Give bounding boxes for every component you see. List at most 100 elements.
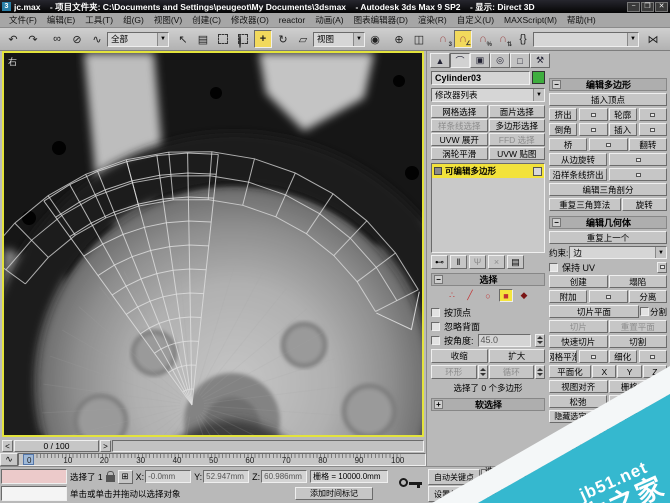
menu-item-10[interactable]: 渲染(R) bbox=[413, 14, 452, 26]
reference-coordinate-dropdown[interactable]: 视图 ▼ bbox=[313, 31, 365, 47]
hinge-from-edge-button[interactable]: 从边旋转 bbox=[549, 153, 607, 166]
attach-settings-icon[interactable] bbox=[589, 290, 628, 303]
edit-geometry-rollout-header[interactable]: − 编辑几何体 bbox=[549, 216, 667, 229]
vertex-subobject-icon[interactable]: ∴ bbox=[445, 289, 459, 302]
minimize-button[interactable]: − bbox=[627, 1, 640, 12]
select-object-icon[interactable]: ↖ bbox=[174, 30, 192, 48]
collapse-button[interactable]: 塌陷 bbox=[608, 275, 667, 288]
hide-selected-button[interactable]: 隐藏选定对象 bbox=[549, 410, 608, 423]
attach-button[interactable]: 附加 bbox=[549, 290, 588, 303]
trackbar-ruler[interactable]: 0 10 20 30 40 50 60 70 80 90 100 bbox=[18, 453, 426, 466]
flip-button[interactable]: 翻转 bbox=[628, 138, 667, 151]
hide-unselected-button[interactable]: 隐藏未选定对象 bbox=[568, 425, 648, 438]
menu-item-2[interactable]: 工具(T) bbox=[80, 14, 118, 26]
unlink-selection-icon[interactable]: ⊘ bbox=[68, 30, 86, 48]
auto-key-button[interactable]: 自动关键点 bbox=[428, 469, 480, 485]
object-color-swatch[interactable] bbox=[532, 71, 545, 84]
msmooth-settings-icon[interactable] bbox=[579, 350, 608, 363]
previous-frame-button[interactable]: ‹ bbox=[532, 486, 548, 502]
extrude-button[interactable]: 挤出 bbox=[549, 108, 578, 121]
menu-item-11[interactable]: 自定义(U) bbox=[452, 14, 499, 26]
maxscript-mini-listener-pink[interactable] bbox=[1, 469, 67, 484]
next-frame-arrow[interactable]: > bbox=[100, 440, 111, 452]
turn-button[interactable]: 旋转 bbox=[621, 198, 667, 211]
patch-select-button[interactable]: 面片选择 bbox=[488, 105, 545, 118]
percent-snap-icon[interactable]: ∩% bbox=[474, 30, 492, 48]
show-end-result-icon[interactable]: ‖ bbox=[450, 255, 467, 269]
absolute-offset-toggle-icon[interactable]: ⊞ bbox=[117, 469, 133, 484]
repeat-last-button[interactable]: 重复上一个 bbox=[549, 231, 667, 244]
menu-item-0[interactable]: 文件(F) bbox=[4, 14, 42, 26]
inset-settings-icon[interactable] bbox=[638, 123, 667, 136]
modify-tab-icon[interactable]: ⌒ bbox=[450, 53, 470, 68]
time-slider-handle[interactable]: 0 / 100 bbox=[14, 440, 99, 452]
angle-spinner[interactable] bbox=[535, 333, 545, 347]
selection-rollout-header[interactable]: − 选择 bbox=[431, 273, 545, 286]
outline-settings-icon[interactable] bbox=[638, 108, 667, 121]
mirror-icon[interactable]: ⋈ bbox=[644, 30, 662, 48]
edit-triangulation-button[interactable]: 编辑三角剖分 bbox=[549, 183, 667, 196]
configure-modifier-sets-icon[interactable]: ▤ bbox=[507, 255, 524, 269]
tessellate-button[interactable]: 细化 bbox=[608, 350, 637, 363]
relax-button[interactable]: 松弛 bbox=[549, 395, 607, 408]
y-coordinate-field[interactable]: 52.947mm bbox=[203, 470, 250, 483]
close-button[interactable]: ✕ bbox=[655, 1, 668, 12]
motion-tab-icon[interactable]: ◎ bbox=[490, 53, 510, 68]
unwrap-uvw-button[interactable]: UVW 展开 bbox=[431, 133, 488, 146]
angle-snap-icon[interactable]: ∩ ∠ bbox=[454, 30, 472, 48]
menu-item-6[interactable]: 修改器(O) bbox=[226, 14, 274, 26]
unhide-all-button[interactable]: 全部取消隐藏 bbox=[608, 410, 667, 423]
poly-select-button[interactable]: 多边形选择 bbox=[488, 119, 545, 132]
view-align-button[interactable]: 视图对齐 bbox=[549, 380, 608, 393]
split-checkbox[interactable] bbox=[639, 307, 649, 316]
menu-item-3[interactable]: 组(G) bbox=[118, 14, 149, 26]
select-and-manipulate-icon[interactable]: ⊕ bbox=[390, 30, 408, 48]
window-crossing-icon[interactable] bbox=[234, 30, 252, 48]
create-button[interactable]: 创建 bbox=[549, 275, 608, 288]
pin-stack-icon[interactable]: ⊷ bbox=[431, 255, 448, 269]
polygon-subobject-icon[interactable]: ■ bbox=[499, 289, 513, 302]
shrink-button[interactable]: 收缩 bbox=[431, 349, 488, 363]
inset-button[interactable]: 插入 bbox=[608, 123, 637, 136]
extrude-along-spline-settings-icon[interactable] bbox=[609, 168, 667, 181]
select-and-move-icon[interactable]: + bbox=[254, 30, 272, 48]
bridge-settings-icon[interactable] bbox=[589, 138, 628, 151]
by-vertex-checkbox[interactable] bbox=[431, 307, 440, 317]
outline-button[interactable]: 轮廓 bbox=[608, 108, 637, 121]
extrude-along-spline-button[interactable]: 沿样条线挤出 bbox=[549, 168, 607, 181]
soft-selection-rollout-header[interactable]: + 软选择 bbox=[431, 398, 545, 411]
menu-item-13[interactable]: 帮助(H) bbox=[562, 14, 601, 26]
time-slider-track[interactable] bbox=[112, 440, 424, 452]
turbosmooth-button[interactable]: 涡轮平滑 bbox=[431, 147, 488, 160]
previous-frame-arrow[interactable]: < bbox=[2, 440, 13, 452]
menu-item-8[interactable]: 动画(A) bbox=[310, 14, 348, 26]
tessellate-settings-icon[interactable] bbox=[638, 350, 667, 363]
edit-polygons-rollout-header[interactable]: − 编辑多边形 bbox=[549, 78, 667, 91]
grow-button[interactable]: 扩大 bbox=[488, 349, 545, 363]
bevel-button[interactable]: 倒角 bbox=[549, 123, 578, 136]
object-name-field[interactable]: Cylinder03 bbox=[431, 71, 530, 85]
x-coordinate-field[interactable]: -0.0mm bbox=[145, 470, 192, 483]
add-time-tag-button[interactable]: 添加时间标记 bbox=[295, 487, 373, 500]
maximize-button[interactable]: ❐ bbox=[641, 1, 654, 12]
hierarchy-tab-icon[interactable]: ▣ bbox=[470, 53, 490, 68]
planar-z-button[interactable]: Z bbox=[642, 365, 668, 378]
cut-button[interactable]: 切割 bbox=[608, 335, 667, 348]
make-planar-button[interactable]: 平面化 bbox=[549, 365, 592, 378]
planar-y-button[interactable]: Y bbox=[617, 365, 642, 378]
by-angle-checkbox[interactable] bbox=[431, 335, 440, 345]
menu-item-12[interactable]: MAXScript(M) bbox=[499, 15, 562, 25]
angle-value-field[interactable]: 45.0 bbox=[477, 333, 531, 347]
extrude-settings-icon[interactable] bbox=[579, 108, 608, 121]
go-to-start-button[interactable]: « bbox=[532, 469, 548, 485]
constraints-dropdown[interactable]: 边 ▼ bbox=[569, 246, 667, 259]
ignore-backfacing-checkbox[interactable] bbox=[431, 321, 440, 331]
mini-curve-editor-icon[interactable]: ∿ bbox=[0, 453, 18, 466]
select-by-name-icon[interactable]: ▤ bbox=[194, 30, 212, 48]
bind-to-spacewarp-icon[interactable]: ∿ bbox=[88, 30, 106, 48]
planar-x-button[interactable]: X bbox=[592, 365, 617, 378]
undo-icon[interactable]: ↶ bbox=[4, 30, 22, 48]
align-icon[interactable]: ≡ bbox=[664, 30, 670, 48]
redo-icon[interactable]: ↷ bbox=[24, 30, 42, 48]
selection-filter-dropdown[interactable]: 全部 ▼ bbox=[107, 31, 169, 47]
